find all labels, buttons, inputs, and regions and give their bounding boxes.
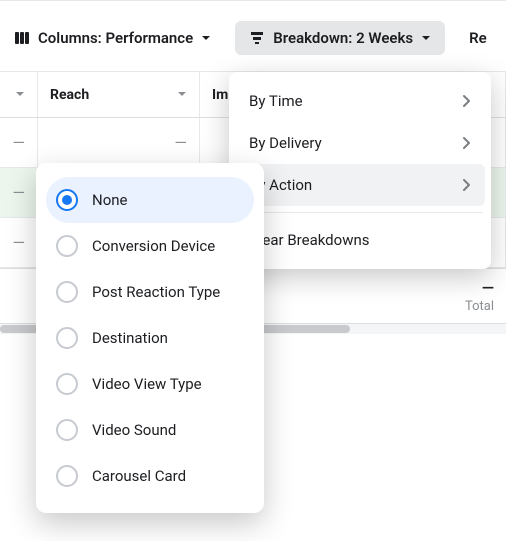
- breakdown-chip[interactable]: Breakdown: 2 Weeks: [235, 21, 445, 55]
- submenu-item-carousel-card[interactable]: Carousel Card: [46, 453, 254, 499]
- breakdown-icon: [249, 30, 265, 46]
- radio-icon: [56, 373, 78, 395]
- caret-down-icon: [15, 87, 25, 103]
- column-header-blank[interactable]: [0, 72, 38, 117]
- submenu-item-destination[interactable]: Destination: [46, 315, 254, 361]
- radio-icon: [56, 235, 78, 257]
- radio-icon: [56, 281, 78, 303]
- cell: —: [0, 218, 38, 267]
- chevron-right-icon: [461, 136, 471, 150]
- menu-item-label: By Time: [249, 92, 303, 110]
- chevron-right-icon: [461, 178, 471, 192]
- reports-label: Re: [469, 29, 487, 47]
- menu-item-by-time[interactable]: By Time: [235, 80, 485, 122]
- cell: —: [38, 118, 200, 167]
- submenu-item-label: Destination: [92, 329, 168, 347]
- menu-item-by-action[interactable]: By Action: [235, 164, 485, 206]
- breakdown-label: Breakdown: 2 Weeks: [273, 29, 413, 47]
- submenu-item-label: Post Reaction Type: [92, 283, 220, 301]
- cell: —: [0, 118, 38, 167]
- submenu-item-video-sound[interactable]: Video Sound: [46, 407, 254, 453]
- submenu-item-video-view-type[interactable]: Video View Type: [46, 361, 254, 407]
- radio-icon: [56, 189, 78, 211]
- submenu-item-conversion-device[interactable]: Conversion Device: [46, 223, 254, 269]
- column-label: Reach: [50, 87, 89, 103]
- toolbar: Columns: Performance Breakdown: 2 Weeks …: [0, 0, 506, 72]
- columns-label: Columns: Performance: [38, 29, 193, 47]
- radio-icon: [56, 465, 78, 487]
- menu-item-label: By Delivery: [249, 134, 322, 152]
- submenu-item-label: None: [92, 191, 128, 209]
- submenu-item-label: Conversion Device: [92, 237, 215, 255]
- caret-down-icon: [177, 87, 187, 103]
- menu-item-by-delivery[interactable]: By Delivery: [235, 122, 485, 164]
- cell: —: [0, 168, 38, 217]
- caret-down-icon: [421, 29, 431, 47]
- by-action-submenu: None Conversion Device Post Reaction Typ…: [36, 163, 264, 513]
- radio-icon: [56, 419, 78, 441]
- submenu-item-none[interactable]: None: [46, 177, 254, 223]
- menu-separator: [237, 212, 483, 213]
- submenu-item-label: Carousel Card: [92, 467, 186, 485]
- reports-chip[interactable]: Re: [455, 21, 501, 55]
- radio-icon: [56, 327, 78, 349]
- chevron-right-icon: [461, 94, 471, 108]
- menu-item-label: Clear Breakdowns: [249, 231, 370, 249]
- column-header-reach[interactable]: Reach: [38, 72, 200, 117]
- submenu-item-label: Video View Type: [92, 375, 202, 393]
- caret-down-icon: [201, 29, 211, 47]
- submenu-item-post-reaction-type[interactable]: Post Reaction Type: [46, 269, 254, 315]
- footer-value: —: [482, 278, 494, 297]
- footer-label: Total: [465, 299, 494, 314]
- submenu-item-label: Video Sound: [92, 421, 176, 439]
- columns-icon: [14, 30, 30, 46]
- columns-chip[interactable]: Columns: Performance: [0, 21, 225, 55]
- breakdown-menu: By Time By Delivery By Action Clear Brea…: [229, 72, 491, 269]
- column-label: Im: [212, 87, 228, 103]
- menu-item-clear-breakdowns[interactable]: Clear Breakdowns: [235, 219, 485, 261]
